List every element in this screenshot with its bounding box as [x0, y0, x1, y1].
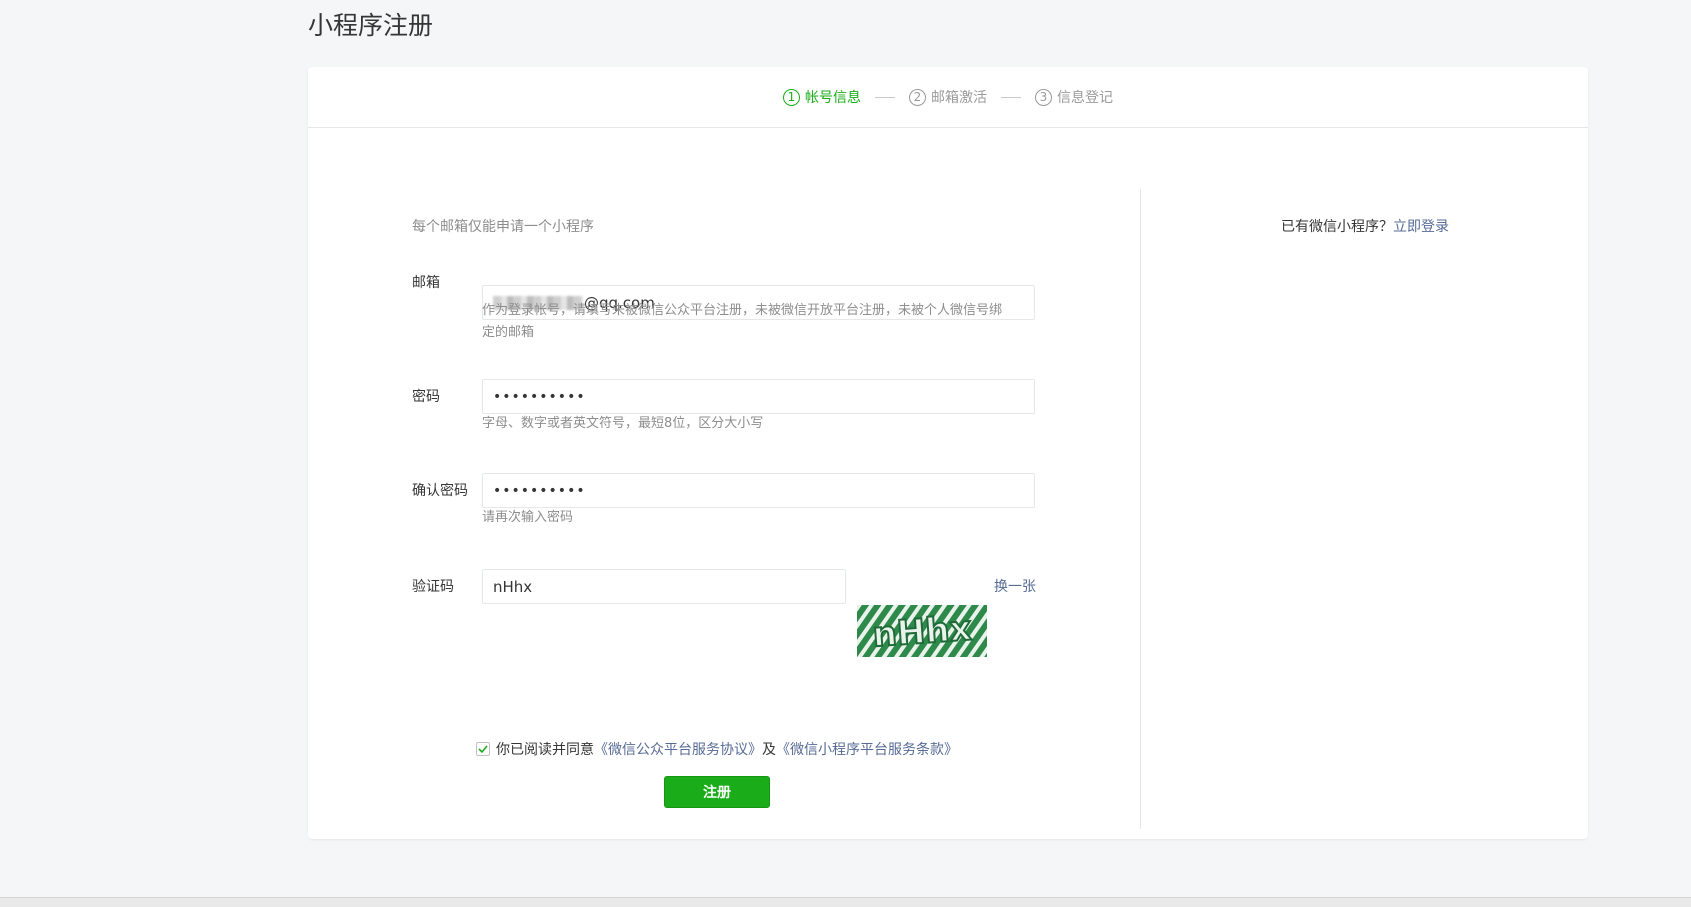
password-help: 字母、数字或者英文符号，最短8位，区分大小写 — [482, 416, 764, 431]
check-icon — [478, 745, 488, 754]
step-email-activation: 2 邮箱激活 — [909, 87, 987, 107]
captcha-label: 验证码 — [412, 579, 454, 595]
refresh-captcha-link[interactable]: 换一张 — [994, 576, 1036, 596]
intro-text: 每个邮箱仅能申请一个小程序 — [412, 219, 594, 235]
confirm-password-help: 请再次输入密码 — [482, 510, 574, 525]
agree-checkbox[interactable] — [476, 742, 490, 756]
captcha-text: nHhx — [871, 609, 972, 656]
miniprogram-terms-link[interactable]: 《微信小程序平台服务条款》 — [776, 739, 958, 759]
step-separator — [1001, 96, 1021, 98]
login-hint: 已有微信小程序？立即登录 — [1281, 216, 1449, 236]
login-link[interactable]: 立即登录 — [1393, 219, 1449, 235]
step-label: 信息登记 — [1057, 90, 1113, 106]
password-field[interactable] — [482, 379, 1035, 414]
step-number-3: 3 — [1035, 88, 1052, 106]
step-label: 邮箱激活 — [931, 90, 987, 106]
step-label: 帐号信息 — [805, 90, 861, 106]
terms-and: 及 — [762, 742, 776, 758]
terms-prefix: 你已阅读并同意 — [496, 742, 594, 758]
vertical-divider — [1140, 189, 1141, 829]
registration-card: 1 帐号信息 2 邮箱激活 3 信息登记 每个邮箱仅能申请一个小程序 已有微信小… — [308, 67, 1588, 839]
page-title: 小程序注册 — [308, 11, 434, 40]
step-indicator: 1 帐号信息 2 邮箱激活 3 信息登记 — [308, 67, 1588, 128]
service-agreement-link[interactable]: 《微信公众平台服务协议》 — [594, 739, 762, 759]
email-help: 作为登录帐号，请填写未被微信公众平台注册，未被微信开放平台注册，未被个人微信号绑… — [482, 303, 1003, 340]
terms-agreement: 你已阅读并同意 《微信公众平台服务协议》 及 《微信小程序平台服务条款》 — [476, 739, 958, 759]
register-button[interactable]: 注册 — [664, 776, 770, 808]
step-number-2: 2 — [909, 88, 926, 106]
captcha-image[interactable]: nHhx — [857, 605, 987, 657]
step-number-1: 1 — [783, 88, 800, 106]
step-info-registration: 3 信息登记 — [1035, 87, 1113, 107]
step-separator — [875, 96, 895, 98]
password-label: 密码 — [412, 389, 440, 405]
confirm-password-field[interactable] — [482, 473, 1035, 508]
email-label: 邮箱 — [412, 275, 440, 291]
step-account-info: 1 帐号信息 — [783, 87, 861, 107]
captcha-input[interactable] — [482, 569, 846, 604]
login-hint-text: 已有微信小程序？ — [1281, 219, 1393, 235]
confirm-password-label: 确认密码 — [412, 483, 468, 499]
